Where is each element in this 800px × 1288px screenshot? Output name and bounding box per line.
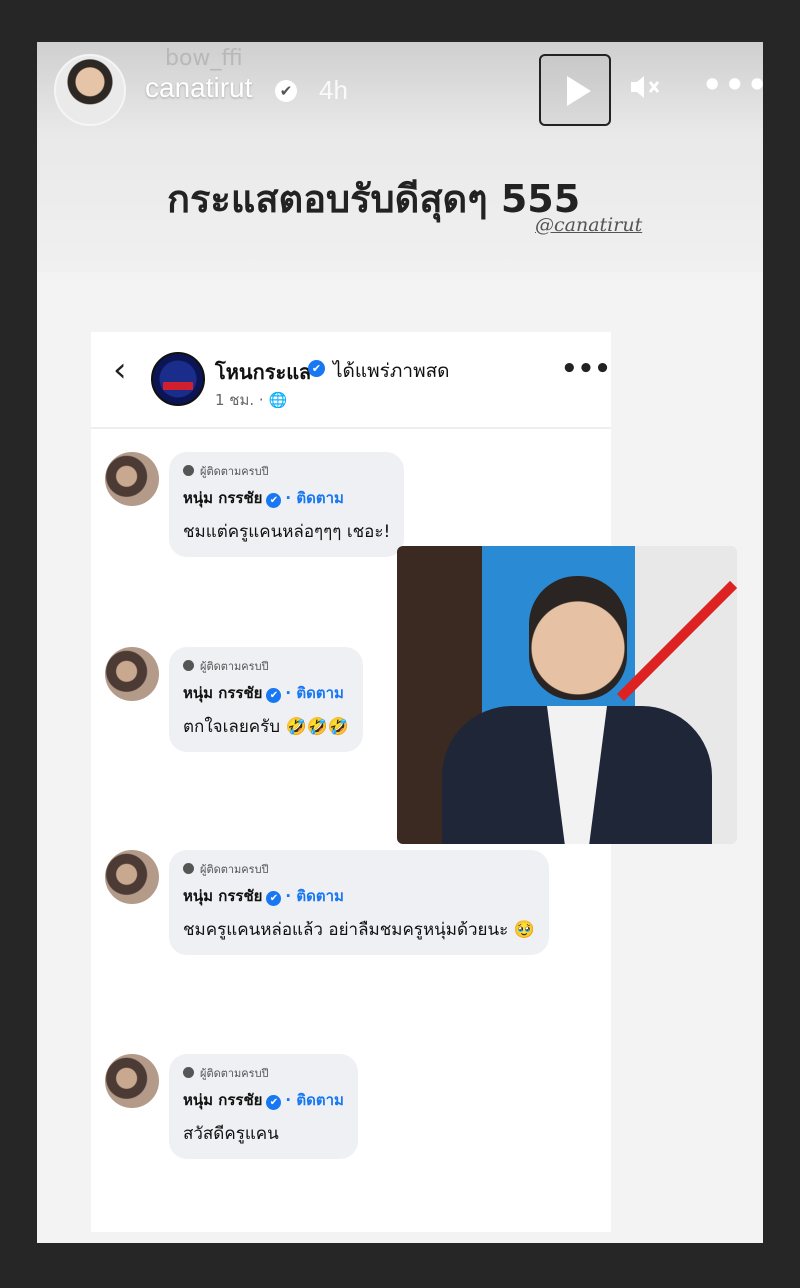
commenter-name[interactable]: หนุ่ม กรรชัย [183, 1091, 262, 1109]
commenter-avatar[interactable] [105, 850, 159, 904]
comment-text: ชมแต่ครูแคนหล่อๆๆๆ เชอะ! [183, 522, 391, 542]
follow-link[interactable]: · ติดตาม [285, 684, 343, 702]
commenter-name[interactable]: หนุ่ม กรรชัย [183, 887, 262, 905]
story-headline: กระแสตอบรับดีสุดๆ 555 [167, 177, 581, 221]
fan-badge: ผู้ติดตามครบปี [183, 1064, 344, 1082]
follow-link[interactable]: · ติดตาม [285, 489, 343, 507]
fan-icon [183, 660, 194, 671]
commenter-avatar[interactable] [105, 452, 159, 506]
comment-text: ชมครูแคนหล่อแล้ว อย่าลืมชมครูหนุ่มด้วยนะ… [183, 920, 535, 940]
fan-badge: ผู้ติดตามครบปี [183, 860, 535, 878]
speaker-muted-icon [631, 76, 660, 98]
verified-badge-icon: ✔ [275, 80, 297, 102]
fan-badge: ผู้ติดตามครบปี [183, 462, 390, 480]
commenter-name-row: หนุ่ม กรรชัย ✔ · ติดตาม [183, 486, 390, 510]
fb-more-icon[interactable]: ••• [561, 354, 611, 384]
avatar[interactable] [54, 54, 126, 126]
commenter-name-row: หนุ่ม กรรชัย ✔ · ติดตาม [183, 681, 349, 705]
more-options-button[interactable]: ••• [702, 66, 763, 104]
comment-text: สวัสดีครูแคน [183, 1124, 279, 1144]
follow-link[interactable]: · ติดตาม [285, 1091, 343, 1109]
story-username[interactable]: canatirut [145, 72, 252, 104]
page-logo [151, 352, 205, 406]
commenter-avatar[interactable] [105, 647, 159, 701]
page-name[interactable]: โหนกระแส [215, 356, 311, 388]
fan-icon [183, 863, 194, 874]
commenter-name-row: หนุ่ม กรรชัย ✔ · ติดตาม [183, 1088, 344, 1112]
comment-text: ตกใจเลยครับ 🤣🤣🤣 [183, 717, 349, 737]
story-time: 4h [319, 75, 348, 105]
comment-bubble: ผู้ติดตามครบปี หนุ่ม กรรชัย ✔ · ติดตาม ชมแ… [169, 452, 405, 557]
news-anchor-photo [397, 546, 737, 844]
follow-link[interactable]: · ติดตาม [285, 887, 343, 905]
fb-post-header: ‹ โหนกระแส ✔ ได้แพร่ภาพสด 1 ชม. · 🌐 ••• [91, 332, 611, 429]
commenter-avatar[interactable] [105, 1054, 159, 1108]
play-button[interactable] [539, 54, 611, 126]
comment-bubble: ผู้ติดตามครบปี หนุ่ม กรรชัย ✔ · ติดตาม สวั… [169, 1054, 358, 1159]
page-verified-icon: ✔ [308, 360, 325, 377]
verified-icon: ✔ [266, 688, 282, 703]
live-status: ได้แพร่ภาพสด [333, 360, 450, 382]
mute-button[interactable] [629, 72, 663, 109]
commenter-name[interactable]: หนุ่ม กรรชัย [183, 684, 262, 702]
commenter-name-row: หนุ่ม กรรชัย ✔ · ติดตาม [183, 884, 535, 908]
verified-icon: ✔ [266, 891, 282, 906]
fan-badge: ผู้ติดตามครบปี [183, 657, 349, 675]
story-watermark: @canatirut [535, 214, 643, 236]
fan-icon [183, 465, 194, 476]
back-arrow-icon[interactable]: ‹ [113, 350, 127, 390]
story-frame[interactable]: bow_ffi canatirut ✔ 4h ••• กระแสตอบรับดี… [37, 42, 763, 1243]
commenter-name[interactable]: หนุ่ม กรรชัย [183, 489, 262, 507]
fan-icon [183, 1067, 194, 1078]
ghost-username: bow_ffi [165, 46, 243, 71]
verified-icon: ✔ [266, 1095, 282, 1110]
post-time: 1 ชม. · 🌐 [215, 391, 288, 409]
comment-bubble: ผู้ติดตามครบปี หนุ่ม กรรชัย ✔ · ติดตาม ชมค… [169, 850, 549, 955]
comment-bubble: ผู้ติดตามครบปี หนุ่ม กรรชัย ✔ · ติดตาม ตกใ… [169, 647, 363, 752]
verified-icon: ✔ [266, 493, 282, 508]
